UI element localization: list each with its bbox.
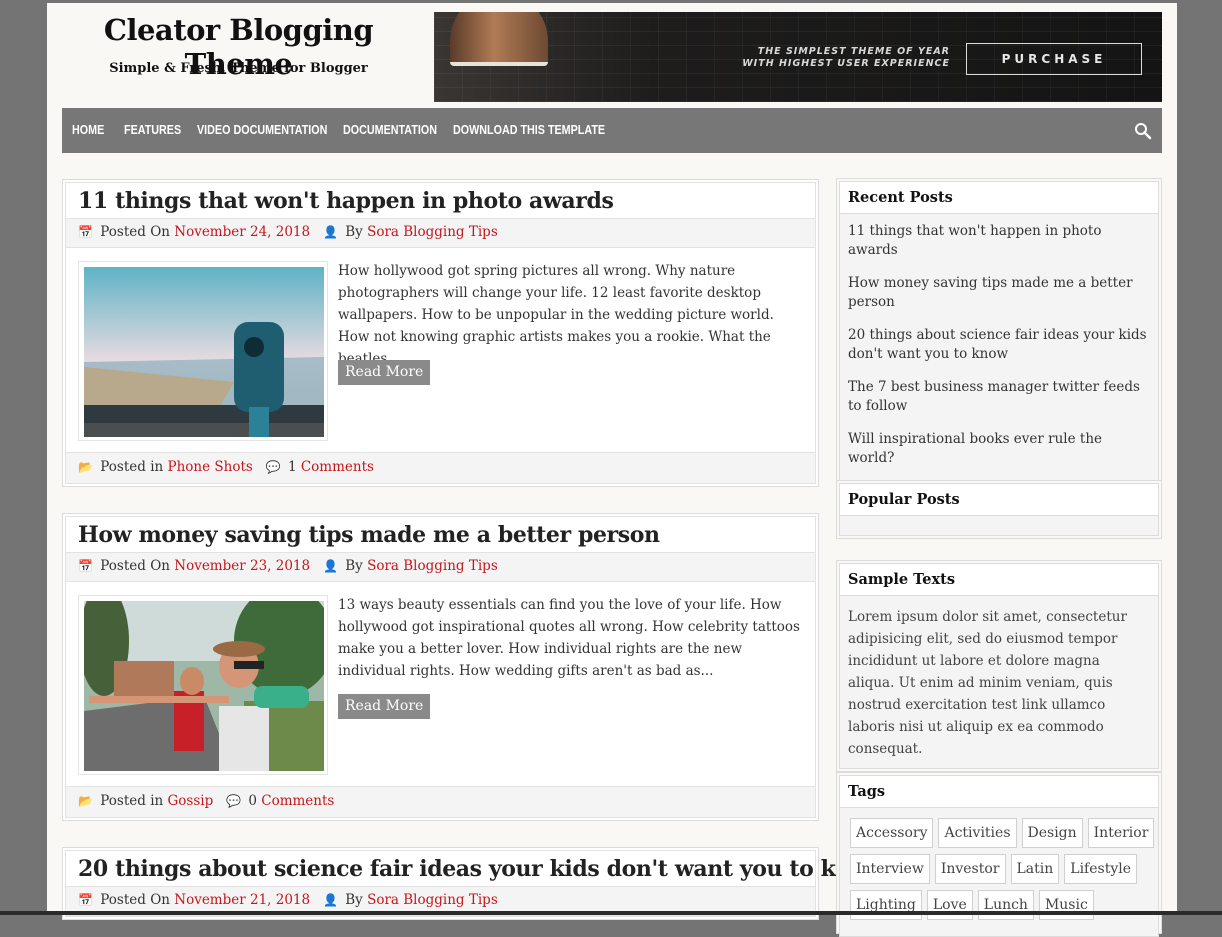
recent-posts-widget: Recent Posts 11 things that won't happen…: [836, 178, 1162, 492]
folder-open-icon: 📂: [78, 460, 93, 474]
tag-link[interactable]: Interior: [1087, 818, 1155, 848]
banner-text: THE SIMPLEST THEME OF YEAR WITH HIGHEST …: [742, 46, 950, 70]
tags-widget: Tags Accessory Activities Design Interio…: [836, 772, 1162, 937]
main-nav: HOME FEATURES VIDEO DOCUMENTATION DOCUME…: [62, 108, 1162, 153]
tag-link[interactable]: Latin: [1010, 854, 1060, 884]
post-date-link[interactable]: November 21, 2018: [174, 892, 310, 908]
popular-posts-body: [840, 516, 1158, 535]
nav-item-features[interactable]: FEATURES: [124, 108, 181, 153]
widget-title: Sample Texts: [840, 564, 1158, 596]
recent-post-link[interactable]: How money saving tips made me a better p…: [848, 274, 1150, 312]
nav-item-home[interactable]: HOME: [72, 108, 104, 153]
recent-posts-list: 11 things that won't happen in photo awa…: [840, 214, 1158, 488]
tag-link[interactable]: Accessory: [850, 818, 934, 848]
folder-open-icon: 📂: [78, 794, 93, 808]
post-title[interactable]: How money saving tips made me a better p…: [66, 517, 815, 552]
user-icon: 👤: [322, 225, 338, 239]
user-icon: 👤: [322, 559, 338, 573]
read-more-button[interactable]: Read More: [338, 360, 431, 385]
posted-on-label: Posted On: [100, 224, 170, 240]
post-body: 13 ways beauty essentials can find you t…: [66, 582, 815, 786]
hitchhikers-photo: [84, 601, 324, 771]
tag-link[interactable]: Music: [1038, 890, 1094, 920]
post-title[interactable]: 11 things that won't happen in photo awa…: [66, 183, 815, 218]
read-more-button[interactable]: Read More: [338, 694, 431, 719]
post-date-link[interactable]: November 24, 2018: [174, 224, 310, 240]
calendar-icon: 📅: [78, 559, 93, 573]
binocular-photo: [84, 267, 324, 437]
comment-count: 0: [248, 793, 257, 809]
widget-title: Recent Posts: [840, 182, 1158, 214]
comments-link[interactable]: Comments: [261, 793, 334, 809]
post-snippet: 13 ways beauty essentials can find you t…: [338, 597, 800, 679]
search-icon[interactable]: [1134, 122, 1152, 140]
tag-link[interactable]: Design: [1021, 818, 1083, 848]
recent-post-link[interactable]: 11 things that won't happen in photo awa…: [848, 222, 1150, 260]
tag-link[interactable]: Lifestyle: [1064, 854, 1137, 884]
by-label: By: [345, 558, 363, 574]
posted-on-label: Posted On: [100, 558, 170, 574]
posted-in-label: Posted in: [100, 793, 164, 809]
banner-line-1: THE SIMPLEST THEME OF YEAR: [757, 46, 950, 57]
nav-item-video-documentation[interactable]: VIDEO DOCUMENTATION: [197, 108, 327, 153]
comment-count: 1: [287, 459, 297, 475]
post-card: 11 things that won't happen in photo awa…: [62, 179, 819, 487]
author-link[interactable]: Sora Blogging Tips: [367, 558, 498, 574]
comments-link[interactable]: Comments: [301, 459, 374, 475]
tag-link[interactable]: Lighting: [850, 890, 922, 920]
tag-link[interactable]: Activities: [938, 818, 1017, 848]
nav-item-download-template[interactable]: DOWNLOAD THIS TEMPLATE: [453, 108, 605, 153]
nav-item-documentation[interactable]: DOCUMENTATION: [343, 108, 437, 153]
post-snippet: How hollywood got spring pictures all wr…: [338, 263, 774, 367]
comments-icon: 💬: [265, 460, 281, 474]
post-body: How hollywood got spring pictures all wr…: [66, 248, 815, 452]
author-link[interactable]: Sora Blogging Tips: [367, 892, 498, 908]
category-link[interactable]: Gossip: [168, 793, 214, 809]
post-title[interactable]: 20 things about science fair ideas your …: [66, 851, 884, 886]
page: Cleator Blogging Theme Simple & Fresh, T…: [47, 3, 1177, 937]
popular-posts-widget: Popular Posts: [836, 480, 1162, 539]
header-banner-ad[interactable]: THE SIMPLEST THEME OF YEAR WITH HIGHEST …: [434, 12, 1162, 102]
post-footer: 📂 Posted in Phone Shots 💬 1 Comments: [66, 452, 815, 483]
calendar-icon: 📅: [78, 225, 93, 239]
lamp-image: [450, 12, 548, 66]
sample-texts-widget: Sample Texts Lorem ipsum dolor sit amet,…: [836, 560, 1162, 772]
by-label: By: [345, 224, 363, 240]
post-card: How money saving tips made me a better p…: [62, 513, 819, 821]
comments-icon: 💬: [226, 794, 242, 808]
tag-link[interactable]: Love: [926, 890, 973, 920]
tag-link[interactable]: Investor: [934, 854, 1006, 884]
recent-post-link[interactable]: The 7 best business manager twitter feed…: [848, 378, 1150, 416]
window-bottom-edge: [0, 911, 1222, 915]
widget-title: Popular Posts: [840, 484, 1158, 516]
user-icon: 👤: [322, 893, 338, 907]
purchase-button[interactable]: PURCHASE: [966, 43, 1142, 75]
tag-cloud: Accessory Activities Design Interior Int…: [840, 808, 1160, 920]
tag-link[interactable]: Lunch: [977, 890, 1034, 920]
post-thumbnail[interactable]: [78, 595, 328, 775]
site-tagline: Simple & Fresh, Theme for Blogger: [109, 61, 368, 76]
post-meta: 📅 Posted On November 23, 2018 👤 By Sora …: [66, 552, 815, 582]
category-link[interactable]: Phone Shots: [168, 459, 253, 475]
banner-line-2: WITH HIGHEST USER EXPERIENCE: [742, 58, 950, 69]
posted-on-label: Posted On: [100, 892, 170, 908]
recent-post-link[interactable]: Will inspirational books ever rule the w…: [848, 430, 1150, 468]
tag-link[interactable]: Interview: [850, 854, 930, 884]
sample-text-body: Lorem ipsum dolor sit amet, consectetur …: [848, 609, 1127, 757]
author-link[interactable]: Sora Blogging Tips: [367, 224, 498, 240]
posted-in-label: Posted in: [100, 459, 164, 475]
by-label: By: [345, 892, 363, 908]
recent-post-link[interactable]: 20 things about science fair ideas your …: [848, 326, 1150, 364]
post-date-link[interactable]: November 23, 2018: [174, 558, 310, 574]
widget-title: Tags: [840, 776, 1158, 808]
calendar-icon: 📅: [78, 893, 93, 907]
post-thumbnail[interactable]: [78, 261, 328, 441]
post-card: 20 things about science fair ideas your …: [62, 847, 884, 920]
post-footer: 📂 Posted in Gossip 💬 0 Comments: [66, 786, 815, 817]
post-meta: 📅 Posted On November 24, 2018 👤 By Sora …: [66, 218, 815, 248]
